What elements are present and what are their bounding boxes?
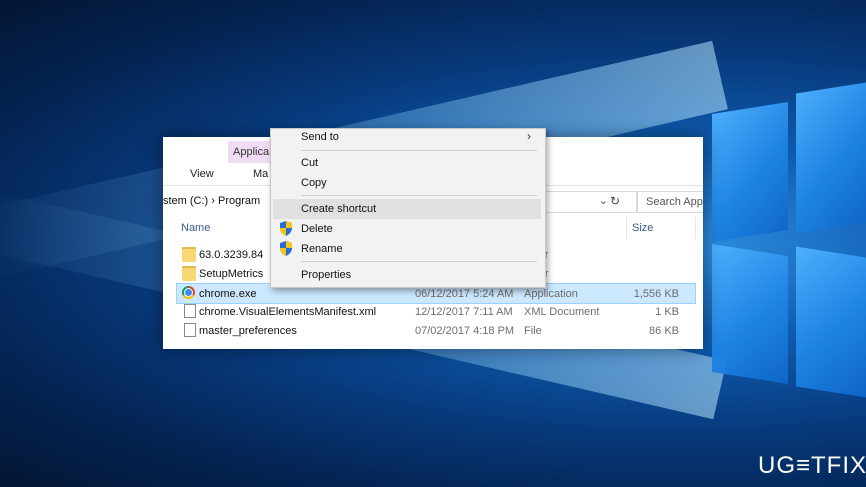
menu-item-create-shortcut[interactable]: Create shortcut xyxy=(273,199,541,219)
context-menu: Send to › Cut Copy Create shortcut Delet… xyxy=(270,128,546,288)
chevron-down-icon[interactable]: ⌄ xyxy=(599,194,608,207)
list-item[interactable]: master_preferences 07/02/2017 4:18 PM Fi… xyxy=(177,321,695,340)
file-date: 12/12/2017 7:11 AM xyxy=(415,306,513,318)
menu-separator xyxy=(301,261,537,262)
column-header-name[interactable]: Name xyxy=(181,222,210,234)
menu-separator xyxy=(301,195,537,196)
menu-item-label: Rename xyxy=(301,243,343,255)
menu-item-label: Cut xyxy=(301,157,319,169)
file-name: 63.0.3239.84 xyxy=(199,249,264,261)
file-date: 07/02/2017 4:18 PM xyxy=(415,325,515,337)
file-type: File xyxy=(524,325,542,337)
menu-item-label: Copy xyxy=(301,177,327,189)
folder-icon xyxy=(182,266,196,281)
file-date: 06/12/2017 5:24 AM xyxy=(415,288,514,300)
file-name: master_preferences xyxy=(199,325,297,337)
menu-item-label: Send to xyxy=(301,131,339,143)
column-divider[interactable] xyxy=(626,217,627,239)
file-name: SetupMetrics xyxy=(199,268,264,280)
menu-item-delete[interactable]: Delete xyxy=(273,219,541,239)
column-divider[interactable] xyxy=(695,217,696,239)
list-item[interactable]: chrome.VisualElementsManifest.xml 12/12/… xyxy=(177,302,695,321)
search-input[interactable]: Search Appl xyxy=(637,191,703,213)
file-size: 1,556 KB xyxy=(633,288,679,300)
watermark-logo: UG≡TFIX xyxy=(758,452,866,479)
xml-document-icon xyxy=(184,304,196,318)
windows-logo-pane xyxy=(796,82,866,234)
chevron-right-icon: › xyxy=(527,129,531,143)
file-name: chrome.VisualElementsManifest.xml xyxy=(199,306,377,318)
windows-logo-pane xyxy=(796,246,866,398)
refresh-icon[interactable]: ↻ xyxy=(610,194,620,208)
file-size: 86 KB xyxy=(649,325,679,337)
menu-item-send-to[interactable]: Send to › xyxy=(273,129,541,147)
windows-logo-pane xyxy=(712,101,788,243)
uac-shield-icon xyxy=(280,221,292,236)
menu-separator xyxy=(301,150,537,151)
file-name: chrome.exe xyxy=(199,288,257,300)
menu-item-label: Create shortcut xyxy=(301,203,377,215)
address-field[interactable]: ⌄ xyxy=(535,191,637,213)
file-icon xyxy=(184,323,196,337)
uac-shield-icon xyxy=(280,241,292,256)
menu-item-properties[interactable]: Properties xyxy=(273,265,541,285)
menu-item-copy[interactable]: Copy xyxy=(273,173,541,193)
chrome-icon xyxy=(182,286,195,299)
file-type: XML Document xyxy=(524,306,600,318)
windows-logo-pane xyxy=(712,243,788,385)
column-header-size[interactable]: Size xyxy=(632,222,653,234)
file-type: Application xyxy=(524,288,578,300)
tab-view[interactable]: View xyxy=(190,168,214,180)
search-placeholder: Search Appl xyxy=(646,196,703,208)
file-size: 1 KB xyxy=(655,306,679,318)
menu-item-cut[interactable]: Cut xyxy=(273,153,541,173)
menu-item-label: Properties xyxy=(301,269,352,281)
tab-manage[interactable]: Ma xyxy=(253,168,268,180)
contextual-tab-group-label: Applica xyxy=(233,146,270,158)
breadcrumb[interactable]: stem (C:) › Program xyxy=(163,195,260,207)
menu-item-label: Delete xyxy=(301,223,333,235)
menu-item-rename[interactable]: Rename xyxy=(273,239,541,259)
folder-icon xyxy=(182,247,196,262)
